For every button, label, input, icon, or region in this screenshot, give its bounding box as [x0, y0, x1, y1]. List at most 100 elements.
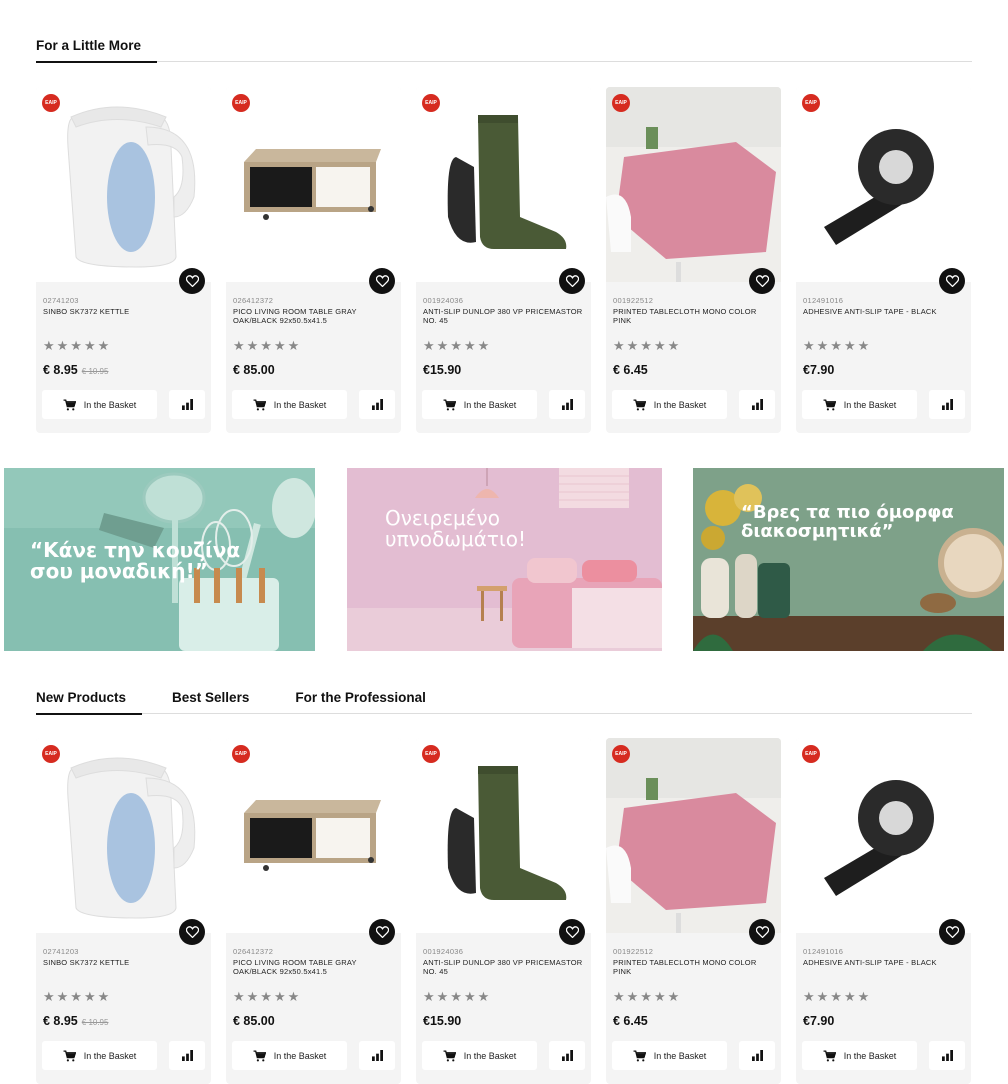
compare-icon [181, 1050, 193, 1061]
add-to-basket-button[interactable]: In the Basket [42, 1041, 157, 1070]
banner-kitchen[interactable]: “Κάνε την κουζίνα σου μοναδική!” [4, 468, 315, 651]
product-card[interactable]: EAIP 001922512 PRINTED TABLECLOTH MONO C… [606, 87, 781, 433]
heart-icon [755, 926, 769, 938]
favorite-button[interactable] [749, 919, 775, 945]
product-price: € 8.95 [43, 1014, 78, 1028]
add-to-basket-button[interactable]: In the Basket [612, 1041, 727, 1070]
banner-decor[interactable]: “Βρες τα πιο όμορφα διακοσμητικά” [693, 468, 1004, 651]
favorite-button[interactable] [939, 919, 965, 945]
product-card[interactable]: EAIP 012491016 ADHESIVE ANTI-SLIP TAPE -… [796, 87, 971, 433]
rating-stars: ★★★★★ [423, 338, 492, 353]
product-price-block: € 6.45 [613, 1014, 652, 1028]
sale-badge: EAIP [232, 745, 250, 763]
sale-badge: EAIP [612, 745, 630, 763]
product-card[interactable]: EAIP 012491016 ADHESIVE ANTI-SLIP TAPE -… [796, 738, 971, 1084]
compare-button[interactable] [359, 390, 395, 419]
compare-button[interactable] [169, 1041, 205, 1070]
product-image[interactable] [416, 738, 591, 933]
product-sku: 026412372 [233, 296, 274, 305]
sale-badge: EAIP [612, 94, 630, 112]
product-sku: 026412372 [233, 947, 274, 956]
product-name[interactable]: PRINTED TABLECLOTH MONO COLOR PINK [613, 307, 773, 325]
banner-bedroom[interactable]: Ονειρεμένο υπνοδωμάτιο! [347, 468, 662, 651]
compare-button[interactable] [169, 390, 205, 419]
compare-button[interactable] [549, 1041, 585, 1070]
tab-best-sellers[interactable]: Best Sellers [172, 690, 249, 713]
product-card[interactable]: EAIP 02741203 SINBO SK7372 KETTLE ★★★★★ … [36, 738, 211, 1084]
product-image[interactable] [416, 87, 591, 282]
compare-icon [561, 1050, 573, 1061]
product-name[interactable]: ADHESIVE ANTI-SLIP TAPE - BLACK [803, 307, 963, 316]
product-card[interactable]: EAIP 001924036 ANTI-SLIP DUNLOP 380 VP P… [416, 738, 591, 1084]
add-to-basket-button[interactable]: In the Basket [612, 390, 727, 419]
compare-button[interactable] [739, 1041, 775, 1070]
tab-for-the-professional[interactable]: For the Professional [295, 690, 426, 713]
favorite-button[interactable] [749, 268, 775, 294]
product-image-tape [796, 87, 971, 282]
cart-icon [253, 398, 266, 411]
add-to-basket-button[interactable]: In the Basket [232, 1041, 347, 1070]
add-to-basket-label: In the Basket [843, 1050, 897, 1061]
add-to-basket-button[interactable]: In the Basket [422, 1041, 537, 1070]
product-sku: 012491016 [803, 296, 844, 305]
product-card[interactable]: EAIP 026412372 PICO LIVING ROOM TABLE GR… [226, 738, 401, 1084]
add-to-basket-button[interactable]: In the Basket [422, 390, 537, 419]
compare-icon [751, 1050, 763, 1061]
add-to-basket-button[interactable]: In the Basket [42, 390, 157, 419]
product-name[interactable]: ANTI-SLIP DUNLOP 380 VP PRICEMASTOR NO. … [423, 307, 583, 325]
product-name[interactable]: PRINTED TABLECLOTH MONO COLOR PINK [613, 958, 773, 976]
product-price: € 6.45 [613, 363, 648, 377]
favorite-button[interactable] [369, 919, 395, 945]
product-price-block: €15.90 [423, 363, 465, 377]
compare-button[interactable] [359, 1041, 395, 1070]
product-image-rubber-boot [416, 87, 591, 282]
product-name[interactable]: ADHESIVE ANTI-SLIP TAPE - BLACK [803, 958, 963, 967]
product-card[interactable]: EAIP 001922512 PRINTED TABLECLOTH MONO C… [606, 738, 781, 1084]
favorite-button[interactable] [559, 268, 585, 294]
product-image[interactable] [606, 738, 781, 933]
product-card[interactable]: EAIP 02741203 SINBO SK7372 KETTLE ★★★★★ … [36, 87, 211, 433]
add-to-basket-button[interactable]: In the Basket [232, 390, 347, 419]
heart-icon [185, 926, 199, 938]
compare-button[interactable] [929, 1041, 965, 1070]
product-image[interactable] [796, 87, 971, 282]
compare-button[interactable] [739, 390, 775, 419]
product-row-little-more: EAIP 02741203 SINBO SK7372 KETTLE ★★★★★ … [36, 87, 971, 433]
product-name[interactable]: PICO LIVING ROOM TABLE GRAY OAK/BLACK 92… [233, 307, 393, 325]
product-name[interactable]: PICO LIVING ROOM TABLE GRAY OAK/BLACK 92… [233, 958, 393, 976]
add-to-basket-button[interactable]: In the Basket [802, 1041, 917, 1070]
compare-button[interactable] [929, 390, 965, 419]
product-card[interactable]: EAIP 026412372 PICO LIVING ROOM TABLE GR… [226, 87, 401, 433]
favorite-button[interactable] [179, 919, 205, 945]
product-price: € 8.95 [43, 363, 78, 377]
sale-badge: EAIP [232, 94, 250, 112]
product-image[interactable] [36, 738, 211, 933]
tab-new-products[interactable]: New Products [36, 690, 143, 715]
favorite-button[interactable] [369, 268, 395, 294]
product-old-price: € 10.95 [81, 367, 109, 376]
product-sku: 001922512 [613, 947, 654, 956]
product-price: € 85.00 [233, 1014, 275, 1028]
product-card[interactable]: EAIP 001924036 ANTI-SLIP DUNLOP 380 VP P… [416, 87, 591, 433]
product-name[interactable]: SINBO SK7372 KETTLE [43, 307, 203, 316]
product-image[interactable] [36, 87, 211, 282]
banner-bedroom-image [347, 468, 662, 651]
product-image[interactable] [606, 87, 781, 282]
product-image-tv-table [226, 738, 401, 933]
rating-stars: ★★★★★ [233, 338, 302, 353]
compare-icon [941, 1050, 953, 1061]
product-image[interactable] [226, 738, 401, 933]
favorite-button[interactable] [559, 919, 585, 945]
add-to-basket-button[interactable]: In the Basket [802, 390, 917, 419]
product-image-rubber-boot [416, 738, 591, 933]
product-name[interactable]: ANTI-SLIP DUNLOP 380 VP PRICEMASTOR NO. … [423, 958, 583, 976]
cart-icon [633, 1049, 646, 1062]
product-price-block: € 85.00 [233, 363, 279, 377]
product-name[interactable]: SINBO SK7372 KETTLE [43, 958, 203, 967]
product-image[interactable] [226, 87, 401, 282]
favorite-button[interactable] [939, 268, 965, 294]
product-image[interactable] [796, 738, 971, 933]
favorite-button[interactable] [179, 268, 205, 294]
compare-button[interactable] [549, 390, 585, 419]
compare-icon [371, 1050, 383, 1061]
